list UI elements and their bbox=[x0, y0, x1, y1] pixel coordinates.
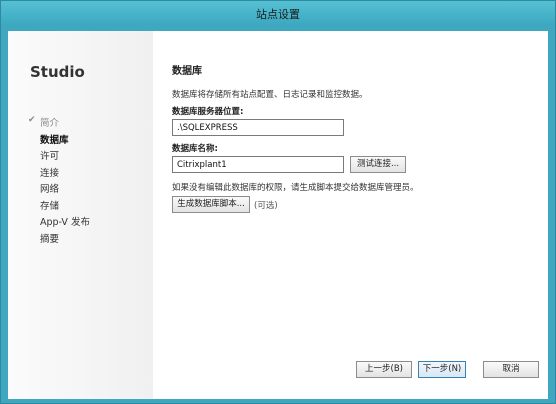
step-connection[interactable]: 连接 bbox=[28, 165, 90, 182]
title-bar[interactable]: 站点设置 bbox=[1, 1, 555, 25]
page-description: 数据库将存储所有站点配置、日志记录和监控数据。 bbox=[172, 90, 368, 100]
page-title: 数据库 bbox=[172, 66, 202, 77]
step-label: 连接 bbox=[40, 167, 60, 179]
step-storage[interactable]: 存储 bbox=[28, 198, 90, 215]
step-list: ✔ 简介 数据库 许可 连接 网络 存储 App-V 发布 摘要 bbox=[28, 115, 90, 247]
step-label: 数据库 bbox=[40, 134, 69, 146]
generate-script-button[interactable]: 生成数据库脚本... bbox=[172, 196, 250, 213]
server-location-label: 数据库服务器位置: bbox=[172, 107, 244, 117]
test-connection-button[interactable]: 测试连接... bbox=[350, 156, 406, 173]
step-label: 网络 bbox=[40, 184, 60, 195]
back-button[interactable]: 上一步(B) bbox=[356, 361, 412, 378]
cancel-button[interactable]: 取消 bbox=[483, 361, 539, 378]
window-client-area: Studio ✔ 简介 数据库 许可 连接 网络 存储 App-V 发布 摘要 数… bbox=[8, 31, 548, 399]
site-setup-window: 站点设置 Studio ✔ 简介 数据库 许可 连接 网络 存储 App-V 发布… bbox=[0, 0, 556, 404]
next-button[interactable]: 下一步(N) bbox=[418, 361, 466, 378]
window-title: 站点设置 bbox=[256, 8, 300, 21]
step-label: 摘要 bbox=[40, 233, 60, 245]
database-name-label: 数据库名称: bbox=[172, 144, 218, 154]
step-label: 存储 bbox=[40, 200, 60, 212]
step-intro[interactable]: ✔ 简介 bbox=[28, 115, 90, 132]
step-network[interactable]: 网络 bbox=[28, 181, 90, 198]
step-database[interactable]: 数据库 bbox=[28, 132, 90, 149]
optional-label: (可选) bbox=[254, 201, 278, 211]
step-label: 许可 bbox=[40, 151, 60, 162]
app-name: Studio bbox=[30, 63, 85, 81]
database-name-input[interactable] bbox=[172, 156, 344, 173]
permission-note: 如果没有编辑此数据库的权限，请生成脚本提交给数据库管理员。 bbox=[172, 183, 419, 193]
checkmark-icon: ✔ bbox=[28, 115, 36, 125]
step-summary[interactable]: 摘要 bbox=[28, 231, 90, 248]
step-label: 简介 bbox=[40, 118, 60, 129]
server-location-input[interactable] bbox=[172, 119, 344, 136]
main-panel: 数据库 数据库将存储所有站点配置、日志记录和监控数据。 数据库服务器位置: 数据… bbox=[153, 31, 548, 399]
step-label: App-V 发布 bbox=[40, 217, 90, 228]
sidebar: Studio ✔ 简介 数据库 许可 连接 网络 存储 App-V 发布 摘要 bbox=[8, 31, 153, 399]
step-licensing[interactable]: 许可 bbox=[28, 148, 90, 165]
step-appv-publishing[interactable]: App-V 发布 bbox=[28, 214, 90, 231]
watermark: https://blog.c@稀土掘金技术社区 bbox=[338, 382, 495, 393]
